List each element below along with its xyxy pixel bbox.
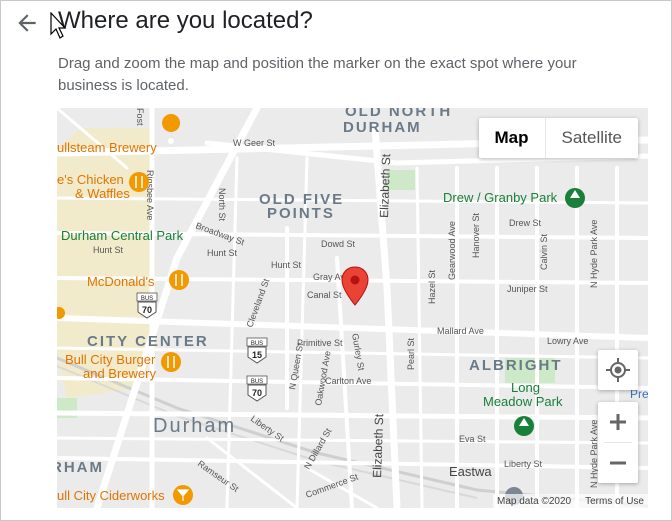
park-pin-icon[interactable] xyxy=(514,416,534,436)
street-label: N Hyde Park Ave xyxy=(589,220,599,288)
street-label: Pearl St xyxy=(406,337,416,370)
street-label: Lowry Ave xyxy=(547,336,588,346)
my-location-button[interactable] xyxy=(598,350,638,390)
svg-text:BUS: BUS xyxy=(141,296,153,302)
street-label: Calvin St xyxy=(539,233,549,270)
map-type-satellite-button[interactable]: Satellite xyxy=(546,118,638,158)
map-attribution: Map data ©2020 Terms of Use xyxy=(493,494,648,508)
neighborhood-label: RHAM xyxy=(57,459,104,476)
street-label: Mallard Ave xyxy=(437,326,484,336)
poi-label: Eastwa xyxy=(449,464,492,479)
poi-label: McDonald's xyxy=(87,274,155,289)
back-arrow-icon[interactable] xyxy=(14,10,40,36)
street-label: W Geer St xyxy=(233,138,276,148)
street-label: Drew St xyxy=(509,218,542,228)
mouse-cursor-icon xyxy=(50,12,66,39)
map-data-label: Map data ©2020 xyxy=(497,495,572,507)
neighborhood-label: POINTS xyxy=(267,205,335,222)
street-label: Hanover St xyxy=(471,212,481,258)
street-label: Fost xyxy=(135,108,145,126)
map-tiles[interactable]: W Geer St Dowd St Gray Av Canal St Primi… xyxy=(57,108,648,508)
location-marker-icon[interactable] xyxy=(341,266,369,306)
neighborhood-label: DURHAM xyxy=(343,119,422,136)
street-label: Liberty St xyxy=(504,459,543,469)
restaurant-pin-icon[interactable] xyxy=(161,352,181,372)
poi-label: Drew / Granby Park xyxy=(443,190,558,205)
street-label: Hunt St xyxy=(207,248,238,258)
restaurant-pin-icon[interactable] xyxy=(129,172,149,192)
poi-label: e's Chicken xyxy=(57,172,124,187)
zoom-control xyxy=(598,402,638,483)
terms-of-use-link[interactable]: Terms of Use xyxy=(585,496,644,507)
svg-text:BUS: BUS xyxy=(251,341,263,347)
zoom-in-button[interactable] xyxy=(598,402,638,442)
street-label: Eva St xyxy=(459,434,486,444)
city-label: Durham xyxy=(153,415,236,437)
poi-label: Bull City Burger xyxy=(65,352,156,367)
street-label: Elizabeth St xyxy=(377,153,393,218)
crosshair-icon xyxy=(606,358,630,382)
poi-label: ull City Ciderworks xyxy=(57,488,165,503)
street-label: Canal St xyxy=(307,290,342,300)
street-label: Hunt St xyxy=(93,245,124,255)
map-canvas[interactable]: W Geer St Dowd St Gray Av Canal St Primi… xyxy=(57,108,648,508)
poi-label: and Brewery xyxy=(83,366,156,381)
street-label: Hunt St xyxy=(271,260,302,270)
street-label: North St xyxy=(217,188,227,222)
street-label: Gearwood Ave xyxy=(447,221,457,280)
poi-label: & Waffles xyxy=(75,186,130,201)
restaurant-pin-icon[interactable] xyxy=(169,270,189,290)
bar-pin-icon[interactable] xyxy=(173,485,193,505)
zoom-out-button[interactable] xyxy=(598,443,638,483)
park-pin-icon[interactable] xyxy=(565,188,585,208)
street-label: Elizabeth St xyxy=(370,413,386,478)
map-type-map-button[interactable]: Map xyxy=(479,118,546,158)
street-label: Dowd St xyxy=(321,239,356,249)
poi-label: Durham Central Park xyxy=(61,228,184,243)
neighborhood-label: ALBRIGHT xyxy=(469,357,563,374)
street-label: Juniper St xyxy=(507,284,548,294)
poi-label: Long xyxy=(511,380,540,395)
svg-text:15: 15 xyxy=(252,350,262,360)
map-type-control: Map Satellite xyxy=(478,118,638,158)
neighborhood-label: CITY CENTER xyxy=(87,333,209,350)
page-title: Where are you located? xyxy=(58,7,313,34)
svg-text:70: 70 xyxy=(252,388,262,398)
poi-label: ullsteam Brewery xyxy=(57,140,157,155)
street-label: Hazel St xyxy=(427,269,437,304)
street-label: Carlton Ave xyxy=(325,376,371,386)
svg-text:BUS: BUS xyxy=(251,379,263,385)
svg-text:70: 70 xyxy=(142,305,152,315)
poi-label: Meadow Park xyxy=(483,394,563,409)
page-subtitle: Drag and zoom the map and position the m… xyxy=(58,55,577,94)
